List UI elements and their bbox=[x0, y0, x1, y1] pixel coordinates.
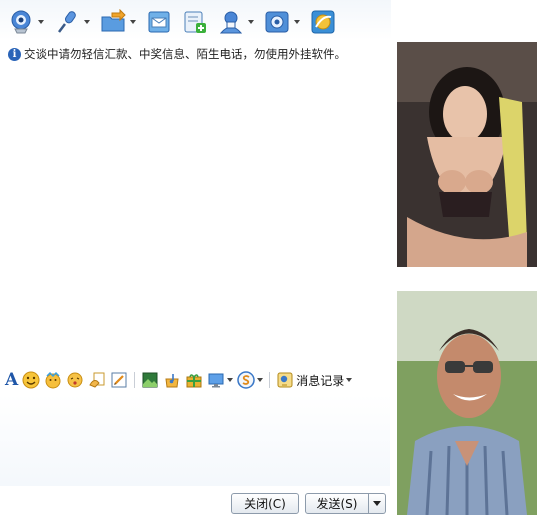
toolbar-separator bbox=[134, 372, 136, 388]
message-history-menu-arrow[interactable] bbox=[346, 378, 353, 382]
user-photo-image bbox=[397, 291, 537, 515]
chat-window: i 交谈中请勿轻信汇款、中奖信息、陌生电话，勿使用外挂软件。 A 消息记录 关闭… bbox=[0, 0, 539, 520]
coin-s-icon bbox=[237, 371, 255, 389]
screenshot-edit-button[interactable] bbox=[110, 369, 128, 391]
screen-capture-icon bbox=[208, 373, 224, 388]
folder-transfer-icon bbox=[101, 9, 126, 32]
top-toolbar bbox=[6, 6, 338, 38]
webcam-icon bbox=[11, 10, 31, 34]
mail-icon bbox=[148, 11, 170, 33]
send-button-group: 发送(S) bbox=[305, 493, 386, 514]
security-notice-text: 交谈中请勿轻信汇款、中奖信息、陌生电话，勿使用外挂软件。 bbox=[24, 47, 346, 61]
settings-icon bbox=[265, 11, 289, 33]
send-music-button[interactable] bbox=[163, 369, 181, 391]
send-file-menu-arrow[interactable] bbox=[130, 20, 136, 24]
send-mail-button[interactable] bbox=[144, 7, 174, 37]
remote-assist-button[interactable] bbox=[207, 369, 234, 391]
microphone-icon bbox=[58, 11, 76, 33]
toolbar-separator bbox=[269, 372, 271, 388]
gift-icon bbox=[186, 374, 202, 388]
format-toolbar: A 消息记录 bbox=[5, 368, 353, 392]
message-history-button[interactable]: 消息记录 bbox=[276, 369, 353, 391]
shake-face-icon bbox=[67, 372, 83, 388]
music-bag-icon bbox=[165, 374, 179, 388]
message-input[interactable] bbox=[0, 394, 390, 486]
create-note-button[interactable] bbox=[180, 7, 210, 37]
voice-call-menu-arrow[interactable] bbox=[84, 20, 90, 24]
smiley-icon bbox=[22, 371, 40, 389]
contact-show-photo[interactable] bbox=[397, 42, 537, 267]
contact-info-button[interactable] bbox=[216, 7, 256, 37]
app-globe-icon bbox=[311, 10, 335, 34]
remote-assist-menu-arrow[interactable] bbox=[227, 378, 234, 382]
magic-emoticon-button[interactable] bbox=[44, 369, 62, 391]
apps-menu-arrow[interactable] bbox=[294, 20, 300, 24]
send-gift-button[interactable] bbox=[185, 369, 203, 391]
security-notice: i 交谈中请勿轻信汇款、中奖信息、陌生电话，勿使用外挂软件。 bbox=[8, 46, 346, 62]
send-file-button[interactable] bbox=[98, 7, 138, 37]
chat-history-icon bbox=[277, 372, 293, 388]
hand-note-icon bbox=[89, 372, 105, 388]
message-history-pane[interactable] bbox=[0, 40, 390, 366]
shield-info-icon: i bbox=[8, 47, 21, 61]
user-show-photo[interactable] bbox=[397, 291, 537, 515]
voice-call-button[interactable] bbox=[52, 7, 92, 37]
video-call-menu-arrow[interactable] bbox=[38, 20, 44, 24]
magic-face-icon bbox=[45, 371, 61, 389]
video-call-button[interactable] bbox=[6, 7, 46, 37]
send-options-dropdown[interactable] bbox=[369, 493, 386, 514]
payment-menu-arrow[interactable] bbox=[257, 378, 264, 382]
send-button[interactable]: 发送(S) bbox=[305, 493, 369, 514]
add-note-icon bbox=[184, 11, 206, 33]
contact-photo-image bbox=[397, 42, 537, 267]
chevron-down-icon bbox=[373, 501, 381, 506]
nudge-button[interactable] bbox=[66, 369, 84, 391]
payment-button[interactable] bbox=[237, 369, 264, 391]
send-image-button[interactable] bbox=[141, 369, 159, 391]
app-launcher-button[interactable] bbox=[308, 7, 338, 37]
image-icon bbox=[142, 372, 158, 388]
graffiti-button[interactable] bbox=[88, 369, 106, 391]
user-card-icon bbox=[219, 11, 243, 34]
apps-button[interactable] bbox=[262, 7, 302, 37]
message-history-label: 消息记录 bbox=[296, 373, 345, 388]
emoji-button[interactable] bbox=[22, 369, 40, 391]
contact-info-menu-arrow[interactable] bbox=[248, 20, 254, 24]
font-button[interactable]: A bbox=[5, 369, 18, 391]
pencil-icon bbox=[111, 372, 127, 388]
profile-panel bbox=[391, 0, 539, 520]
close-button[interactable]: 关闭(C) bbox=[231, 493, 299, 514]
